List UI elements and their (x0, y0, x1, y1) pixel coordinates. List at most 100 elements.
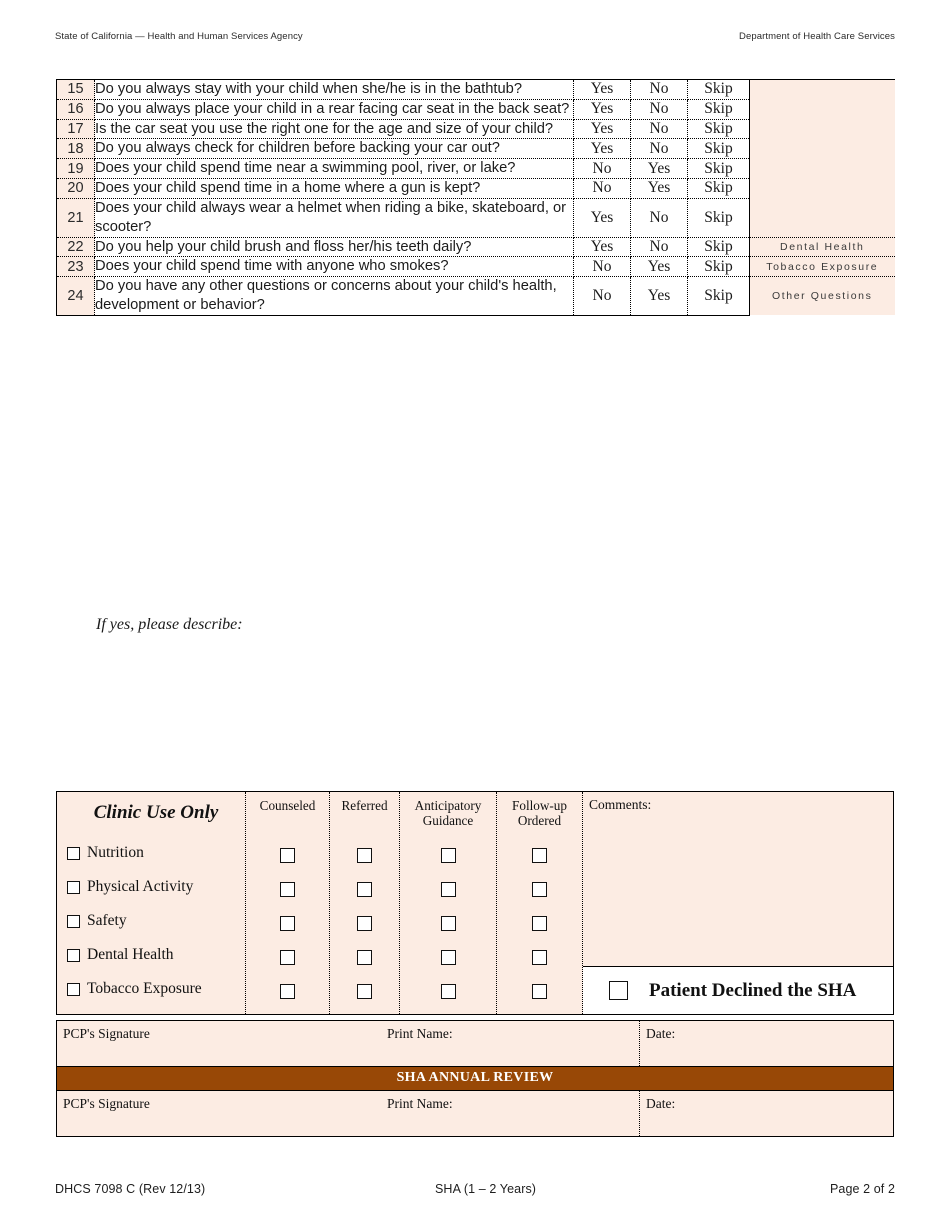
clinic-grid-cell[interactable] (280, 974, 295, 1008)
answer-option-c[interactable]: Skip (687, 178, 750, 199)
clinic-grid-checkbox[interactable] (280, 915, 295, 931)
answer-option-a[interactable]: Yes (573, 198, 631, 238)
answer-option-c[interactable]: Skip (687, 99, 750, 120)
clinic-grid-cell[interactable] (440, 940, 456, 974)
clinic-grid-checkbox[interactable] (280, 847, 295, 863)
clinic-topic-checkbox[interactable] (67, 948, 80, 962)
answer-option-b[interactable]: Yes (630, 178, 688, 199)
patient-declined-checkbox[interactable] (609, 981, 628, 1000)
answer-option-c[interactable]: Skip (687, 79, 750, 100)
clinic-grid-checkbox[interactable] (440, 915, 456, 931)
answer-option-a[interactable]: No (573, 256, 631, 278)
answer-option-b[interactable]: Yes (630, 256, 688, 278)
clinic-grid-cell[interactable] (357, 974, 372, 1008)
question-number: 20 (56, 178, 95, 199)
clinic-topic-row[interactable]: Physical Activity (67, 870, 245, 904)
clinic-grid-cell[interactable] (357, 838, 372, 872)
answer-option-a[interactable]: No (573, 276, 631, 316)
clinic-grid-cell[interactable] (280, 872, 295, 906)
answer-option-a[interactable]: Yes (573, 99, 631, 120)
question-row: 23 Does your child spend time with anyone… (56, 256, 895, 278)
answer-option-b[interactable]: No (630, 198, 688, 238)
clinic-grid-checkbox[interactable] (357, 983, 372, 999)
clinic-grid-checkbox[interactable] (440, 881, 456, 897)
date-field-2[interactable]: Date: (640, 1091, 893, 1136)
clinic-grid-cell[interactable] (280, 838, 295, 872)
answer-option-c[interactable]: Skip (687, 119, 750, 140)
answer-option-b[interactable]: Yes (630, 158, 688, 180)
clinic-grid-checkbox[interactable] (357, 881, 372, 897)
answer-option-b[interactable]: Yes (630, 276, 688, 316)
clinic-topic-row[interactable]: Nutrition (67, 836, 245, 870)
clinic-grid-cell[interactable] (280, 940, 295, 974)
clinic-topic-row[interactable]: Tobacco Exposure (67, 972, 245, 1006)
clinic-grid-cell[interactable] (532, 872, 547, 906)
clinic-grid-cell[interactable] (357, 906, 372, 940)
answer-option-a[interactable]: Yes (573, 79, 631, 100)
clinic-grid-cell[interactable] (532, 974, 547, 1008)
answer-option-c[interactable]: Skip (687, 138, 750, 160)
clinic-grid-checkbox[interactable] (357, 949, 372, 965)
clinic-topic-checkbox[interactable] (67, 846, 80, 860)
clinic-grid-checkbox[interactable] (280, 881, 295, 897)
clinic-grid-checkbox[interactable] (532, 881, 547, 897)
clinic-grid-checkbox[interactable] (440, 983, 456, 999)
clinic-grid-cell[interactable] (440, 838, 456, 872)
answer-option-c[interactable]: Skip (687, 276, 750, 316)
clinic-grid-cell[interactable] (532, 838, 547, 872)
clinic-topic-checkbox[interactable] (67, 982, 80, 996)
clinic-grid-cell[interactable] (440, 872, 456, 906)
answer-option-c[interactable]: Skip (687, 256, 750, 278)
clinic-grid-checkbox[interactable] (532, 949, 547, 965)
clinic-action-column: Counseled (246, 792, 330, 1014)
clinic-topic-row[interactable]: Dental Health (67, 938, 245, 972)
clinic-topic-checkbox[interactable] (67, 880, 80, 894)
answer-option-c[interactable]: Skip (687, 237, 750, 258)
clinic-action-header: Follow-up Ordered (512, 798, 567, 829)
print-name-field-2[interactable]: Print Name: (387, 1091, 640, 1136)
clinic-topic-row[interactable]: Safety (67, 904, 245, 938)
answer-option-a[interactable]: Yes (573, 119, 631, 140)
clinic-grid-checkbox[interactable] (280, 949, 295, 965)
date-field-1[interactable]: Date: (640, 1021, 893, 1066)
clinic-grid-cell[interactable] (357, 940, 372, 974)
answer-option-b[interactable]: No (630, 79, 688, 100)
patient-declined-row[interactable]: Patient Declined the SHA (583, 967, 893, 1014)
category-label: Tobacco Exposure (749, 256, 895, 277)
answer-option-a[interactable]: Yes (573, 237, 631, 258)
clinic-grid-cell[interactable] (440, 974, 456, 1008)
answer-option-b[interactable]: No (630, 237, 688, 258)
clinic-grid-cell[interactable] (357, 872, 372, 906)
clinic-topic-list: Nutrition Physical Activity Safety Dental H… (67, 836, 245, 1006)
question-number: 22 (56, 237, 95, 258)
pcp-signature-field-1[interactable]: PCP's Signature (57, 1021, 387, 1066)
category-label (749, 158, 895, 179)
clinic-grid-cell[interactable] (532, 906, 547, 940)
clinic-grid-cell[interactable] (440, 906, 456, 940)
answer-option-b[interactable]: No (630, 138, 688, 160)
answer-option-c[interactable]: Skip (687, 158, 750, 180)
answer-option-b[interactable]: No (630, 99, 688, 120)
answer-option-a[interactable]: No (573, 178, 631, 199)
clinic-grid-cell[interactable] (532, 940, 547, 974)
clinic-grid-checkbox[interactable] (357, 915, 372, 931)
answer-option-a[interactable]: Yes (573, 138, 631, 160)
pcp-signature-field-2[interactable]: PCP's Signature (57, 1091, 387, 1136)
clinic-topic-checkbox[interactable] (67, 914, 80, 928)
question-row: 20 Does your child spend time in a home w… (56, 178, 895, 199)
clinic-grid-checkbox[interactable] (440, 847, 456, 863)
print-name-field-1[interactable]: Print Name: (387, 1021, 640, 1066)
answer-option-b[interactable]: No (630, 119, 688, 140)
clinic-grid-checkbox[interactable] (532, 915, 547, 931)
comments-label: Comments: (589, 797, 652, 812)
clinic-grid-checkbox[interactable] (532, 983, 547, 999)
answer-option-c[interactable]: Skip (687, 198, 750, 238)
clinic-grid-checkbox[interactable] (280, 983, 295, 999)
answer-option-a[interactable]: No (573, 158, 631, 180)
clinic-grid-checkbox[interactable] (532, 847, 547, 863)
clinic-grid-checkbox[interactable] (440, 949, 456, 965)
clinic-grid-checkbox[interactable] (357, 847, 372, 863)
clinic-grid-cell[interactable] (280, 906, 295, 940)
comments-field[interactable]: Comments: (583, 792, 893, 967)
category-label (749, 79, 895, 100)
